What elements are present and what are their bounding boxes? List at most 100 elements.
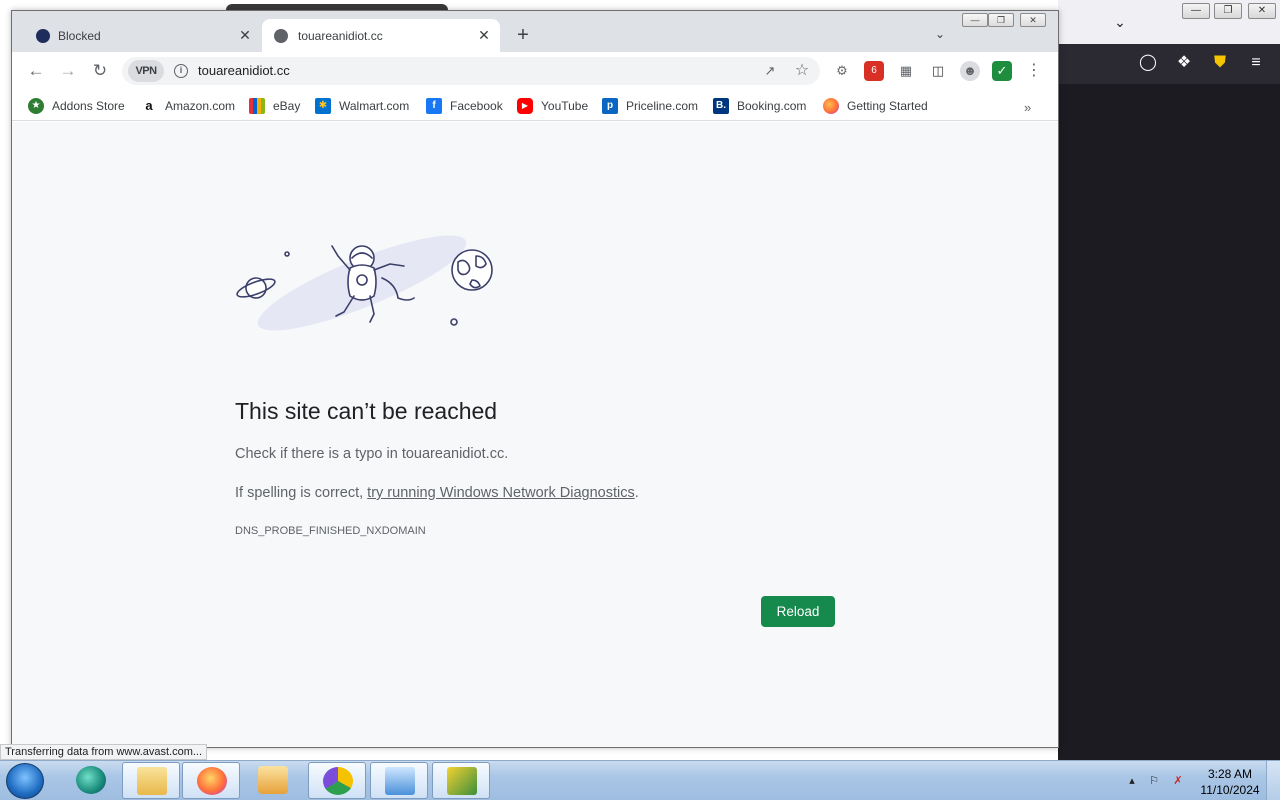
facebook-icon: f [426,98,442,114]
close-window-button[interactable]: ✕ [1020,13,1046,27]
reload-button[interactable]: Reload [761,596,835,627]
settings-extension-icon[interactable]: ⚙ [832,61,852,81]
bookmark-addons-store[interactable]: ★ Addons Store [28,96,125,116]
firefox-list-tabs-icon[interactable]: ⌄ [1108,10,1132,34]
page-content: This site can’t be reached Check if ther… [12,122,1058,747]
firefox-minimize-button[interactable]: — [1182,3,1210,19]
vpn-icon[interactable]: VPN [128,60,164,82]
taskbar-control-panel[interactable] [370,762,428,799]
minimize-button[interactable]: — [962,13,988,27]
firefox-restore-button[interactable]: ❐ [1214,3,1242,19]
chrome-menu-icon[interactable]: ⋮ [1024,61,1044,81]
error-suggestion-diagnostics: If spelling is correct, try running Wind… [235,485,639,501]
address-bar[interactable]: VPN i touareanidiot.cc ↗ ☆ [122,57,820,85]
menu-icon[interactable]: ≡ [1245,53,1267,75]
bookmark-priceline[interactable]: p Priceline.com [602,96,698,116]
priceline-icon: p [602,98,618,114]
forward-button[interactable]: → [56,60,80,82]
adblock-extension-icon[interactable]: 6 [864,61,884,81]
bookmark-star-icon[interactable]: ☆ [792,61,812,81]
clock-time[interactable]: 3:28 AM [1200,767,1260,781]
taskbar-firefox[interactable] [182,762,240,799]
new-tab-button[interactable]: + [512,25,534,47]
bookmark-label: eBay [273,99,301,113]
url-text[interactable]: touareanidiot.cc [198,63,290,78]
bookmark-ebay[interactable]: eBay [249,96,300,116]
bookmark-getting-started[interactable]: Getting Started [823,96,928,116]
bookmark-label: Booking.com [737,99,807,113]
back-button[interactable]: ← [24,60,48,82]
tab-search-icon[interactable]: ⌄ [930,27,950,47]
addons-store-icon: ★ [28,98,44,114]
pocket-icon[interactable]: ◯ [1137,53,1159,75]
bookmark-label: Priceline.com [626,99,699,113]
media-player-icon [258,766,288,794]
shield-icon[interactable]: ⛊ [1209,53,1231,75]
ebay-icon [249,98,265,114]
diagnostics-prefix: If spelling is correct, [235,485,368,501]
show-desktop-button[interactable] [1266,761,1280,800]
tab-blocked[interactable]: Blocked ✕ [22,19,262,52]
bookmark-label: Walmart.com [339,99,410,113]
close-tab-icon[interactable]: ✕ [237,27,253,43]
taskbar: ▴ ⚐ ✗ 3:28 AM 11/10/2024 [0,760,1280,800]
error-code: DNS_PROBE_FINISHED_NXDOMAIN [235,525,426,537]
network-diagnostics-link[interactable]: try running Windows Network Diagnostics [367,485,635,501]
bookmark-amazon[interactable]: a Amazon.com [141,96,235,116]
bookmark-label: Getting Started [847,99,928,113]
error-title: This site can’t be reached [235,398,498,424]
bookmark-booking[interactable]: B. Booking.com [713,96,806,116]
taskbar-app-1[interactable] [62,762,120,799]
security-shield-icon[interactable]: ✓ [992,61,1012,81]
show-hidden-icons-icon[interactable]: ▴ [1124,773,1140,789]
taskbar-chrome[interactable] [308,762,366,799]
app-icon [76,766,106,794]
action-center-icon[interactable]: ⚐ [1146,773,1162,789]
extensions-icon[interactable]: ❖ [1173,53,1195,75]
taskbar-explorer[interactable] [122,762,180,799]
restore-button[interactable]: ❐ [988,13,1014,27]
tab-title: Blocked [58,29,101,43]
reload-icon[interactable]: ↻ [88,60,112,82]
security-center-icon [447,767,477,795]
firefox-icon [197,767,227,795]
side-panel-icon[interactable]: ◫ [928,61,948,81]
start-button[interactable] [6,763,44,799]
toolbar: ← → ↻ VPN i touareanidiot.cc ↗ ☆ ⚙ 6 ▦ ◫… [12,52,1058,90]
site-info-icon[interactable]: i [174,64,188,78]
bookmarks-bar: ★ Addons Store a Amazon.com eBay ✱ Walma… [12,90,1058,121]
chrome-window: — ❐ ✕ Blocked ✕ touareanidiot.cc ✕ + ⌄ ←… [11,10,1059,748]
bookmark-label: Addons Store [52,99,125,113]
firefox-tab-strip [1058,0,1280,44]
clock-date[interactable]: 11/10/2024 [1196,783,1264,797]
error-suggestion-typo: Check if there is a typo in touareanidio… [235,446,509,462]
walmart-icon: ✱ [315,98,331,114]
puzzle-extensions-icon[interactable]: ▦ [896,61,916,81]
status-bar: Transferring data from www.avast.com... [0,744,208,760]
booking-icon: B. [713,98,729,114]
amazon-icon: a [141,98,157,114]
close-tab-icon[interactable]: ✕ [476,27,492,43]
tab-strip: — ❐ ✕ Blocked ✕ touareanidiot.cc ✕ + ⌄ [12,11,1058,52]
globe-icon [274,29,288,43]
more-bookmarks-icon[interactable]: » [1024,100,1031,115]
taskbar-security-center[interactable] [432,762,490,799]
bookmark-youtube[interactable]: ▶ YouTube [517,96,588,116]
bookmark-walmart[interactable]: ✱ Walmart.com [315,96,409,116]
bookmark-label: Facebook [450,99,503,113]
firefox-content [1058,84,1280,760]
tab-title: touareanidiot.cc [298,29,383,43]
diagnostics-suffix: . [634,485,639,501]
bookmark-facebook[interactable]: f Facebook [426,96,503,116]
bookmark-label: Amazon.com [165,99,236,113]
network-disconnected-icon[interactable]: ✗ [1170,773,1186,789]
firefox-icon [823,98,839,114]
firefox-close-button[interactable]: ✕ [1248,3,1276,19]
tab-active[interactable]: touareanidiot.cc ✕ [262,19,500,52]
share-icon[interactable]: ↗ [760,61,780,81]
bookmark-label: YouTube [541,99,589,113]
taskbar-media-player[interactable] [244,762,302,799]
profile-icon[interactable]: ☻ [960,61,980,81]
youtube-icon: ▶ [517,98,533,114]
globe-icon [36,29,50,43]
